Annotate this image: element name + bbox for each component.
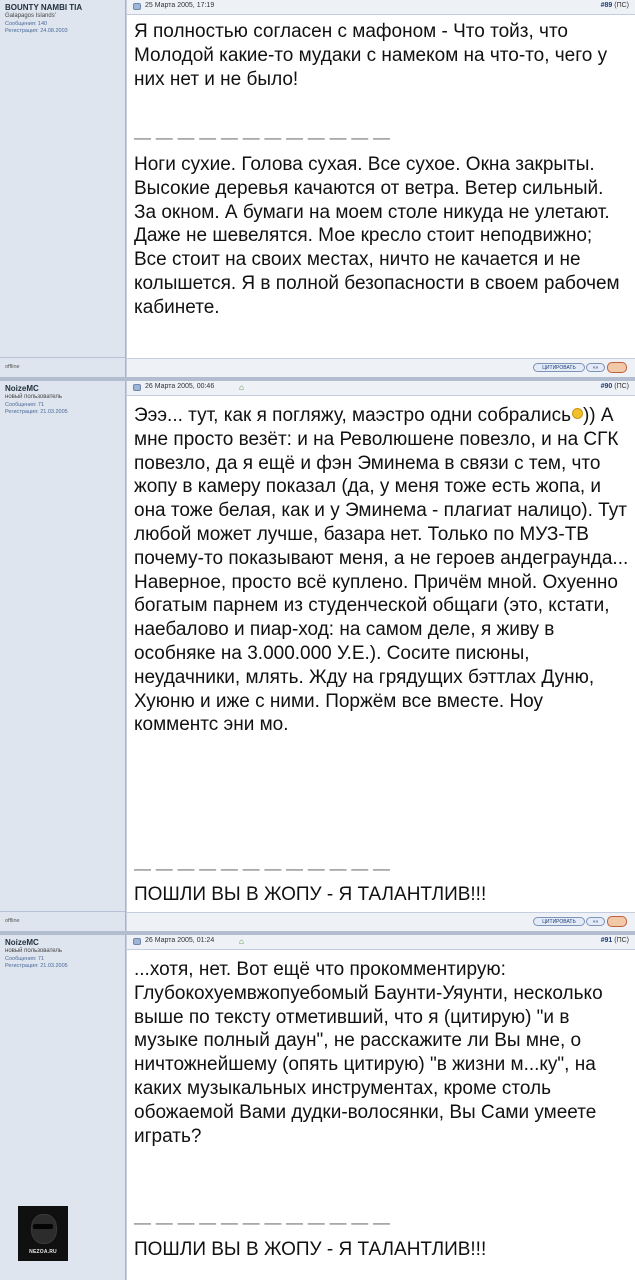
post-icon xyxy=(133,384,141,391)
smiley-icon xyxy=(571,408,583,419)
signature-divider: — — — — — — — — — — — — xyxy=(134,128,390,147)
author-name[interactable]: NoizeMC xyxy=(5,384,39,393)
author-registered: Регистрация: 21.03.2005 xyxy=(5,963,68,969)
post-number[interactable]: #91 (ПС) xyxy=(601,937,629,944)
post-number-link[interactable]: #89 xyxy=(601,2,613,9)
author-name[interactable]: BOUNTY NAMBI TIA xyxy=(5,3,82,12)
signature-divider: — — — — — — — — — — — — xyxy=(134,1213,390,1232)
post-number-suffix: (ПС) xyxy=(612,2,629,9)
post-message: ...хотя, нет. Вот ещё что прокомментирую… xyxy=(134,959,603,1147)
author-messages: Сообщения: 71 xyxy=(5,956,45,962)
author-messages: Сообщения: 140 xyxy=(5,21,48,27)
post-icon xyxy=(133,938,141,945)
status-offline: offline xyxy=(5,364,20,370)
post-91: NoizeMC новый пользователь Сообщения: 71… xyxy=(0,935,635,1280)
avatar-glasses xyxy=(33,1224,53,1229)
post-content: 26 Марта 2005, 00:46 ⌂ #90 (ПС) Эээ... т… xyxy=(127,381,635,931)
author-messages: Сообщения: 71 xyxy=(5,402,45,408)
post-author-panel: NoizeMC новый пользователь Сообщения: 71… xyxy=(0,935,126,1280)
post-header: 25 Марта 2005, 17:19 #89 (ПС) xyxy=(127,0,635,15)
avatar-face xyxy=(31,1214,57,1244)
status-bar: offline xyxy=(0,911,125,931)
signature-divider: — — — — — — — — — — — — xyxy=(134,859,390,878)
post-header: 26 Марта 2005, 01:24 ⌂ #91 (ПС) xyxy=(127,935,635,950)
post-date: 25 Марта 2005, 17:19 xyxy=(145,2,215,9)
author-registered: Регистрация: 21.03.2005 xyxy=(5,409,68,415)
avatar[interactable]: NEZOA.RU xyxy=(18,1206,68,1261)
post-footer: ЦИТИРОВАТЬ «» xyxy=(127,912,635,931)
post-number-suffix: (ПС) xyxy=(612,383,629,390)
post-content: 26 Марта 2005, 01:24 ⌂ #91 (ПС) ...хотя,… xyxy=(127,935,635,1280)
post-message: Я полностью согласен с мафоном - Что той… xyxy=(134,21,608,90)
quick-quote-button[interactable]: «» xyxy=(586,363,605,372)
post-message-part-2: )) А мне просто везёт: и на Революшене п… xyxy=(134,405,629,736)
author-registered: Регистрация: 24.08.2003 xyxy=(5,28,68,34)
quote-button[interactable]: ЦИТИРОВАТЬ xyxy=(533,917,585,926)
post-message-part-1: Эээ... тут, как я погляжу, маэстро одни … xyxy=(134,405,571,426)
post-message: Эээ... тут, как я погляжу, маэстро одни … xyxy=(134,404,629,737)
author-rank: новый пользователь xyxy=(5,394,63,400)
post-number[interactable]: #89 (ПС) xyxy=(601,2,629,9)
report-icon[interactable] xyxy=(607,916,627,927)
post-date: 26 Марта 2005, 01:24 xyxy=(145,937,215,944)
post-header: 26 Марта 2005, 00:46 ⌂ #90 (ПС) xyxy=(127,381,635,396)
post-90: NoizeMC новый пользователь Сообщения: 71… xyxy=(0,381,635,931)
quick-quote-button[interactable]: «» xyxy=(586,917,605,926)
post-author-panel: BOUNTY NAMBI TIA Galapagos Islands' Сооб… xyxy=(0,0,126,377)
avatar-logo-text: NEZOA.RU xyxy=(29,1249,57,1255)
post-number[interactable]: #90 (ПС) xyxy=(601,383,629,390)
post-icon xyxy=(133,3,141,10)
signature-text: ПОШЛИ ВЫ В ЖОПУ - Я ТАЛАНТЛИВ!!! xyxy=(134,884,487,905)
signature-text: ПОШЛИ ВЫ В ЖОПУ - Я ТАЛАНТЛИВ!!! xyxy=(134,1239,487,1260)
author-name[interactable]: NoizeMC xyxy=(5,938,39,947)
post-date: 26 Марта 2005, 00:46 xyxy=(145,383,215,390)
forum-thread: BOUNTY NAMBI TIA Galapagos Islands' Сооб… xyxy=(0,0,635,1280)
author-rank: Galapagos Islands' xyxy=(5,13,56,19)
post-number-suffix: (ПС) xyxy=(612,937,629,944)
author-rank: новый пользователь xyxy=(5,948,63,954)
post-content: 25 Марта 2005, 17:19 #89 (ПС) Я полность… xyxy=(127,0,635,377)
home-icon[interactable]: ⌂ xyxy=(239,937,244,946)
status-bar: offline xyxy=(0,357,125,377)
post-number-link[interactable]: #90 xyxy=(601,383,613,390)
quote-button[interactable]: ЦИТИРОВАТЬ xyxy=(533,363,585,372)
post-author-panel: NoizeMC новый пользователь Сообщения: 71… xyxy=(0,381,126,931)
post-89: BOUNTY NAMBI TIA Galapagos Islands' Сооб… xyxy=(0,0,635,377)
status-offline: offline xyxy=(5,918,20,924)
signature-text: Ноги сухие. Голова сухая. Все сухое. Окн… xyxy=(134,154,620,318)
report-icon[interactable] xyxy=(607,362,627,373)
home-icon[interactable]: ⌂ xyxy=(239,383,244,392)
post-footer: ЦИТИРОВАТЬ «» xyxy=(127,358,635,377)
post-number-link[interactable]: #91 xyxy=(601,937,613,944)
